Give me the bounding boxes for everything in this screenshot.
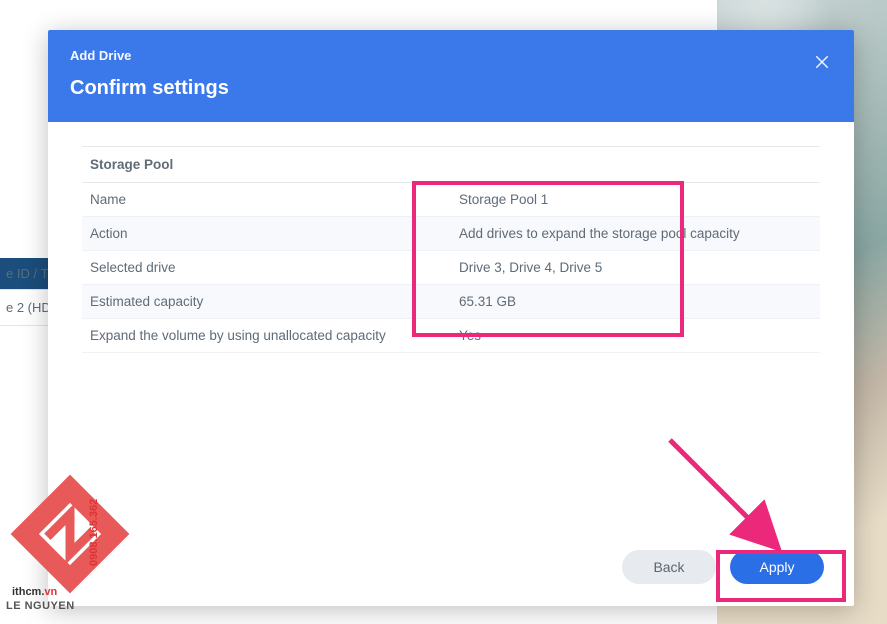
close-button[interactable]	[808, 48, 836, 76]
row-value: Add drives to expand the storage pool ca…	[451, 217, 820, 251]
row-key: Selected drive	[82, 251, 451, 285]
row-value: Yes	[451, 319, 820, 353]
dialog-window-title: Add Drive	[70, 48, 832, 63]
row-key: Expand the volume by using unallocated c…	[82, 319, 451, 353]
page-title: Confirm settings	[70, 77, 832, 100]
table-row: Expand the volume by using unallocated c…	[82, 319, 820, 353]
row-key: Action	[82, 217, 451, 251]
row-value: Storage Pool 1	[451, 183, 820, 217]
row-value: Drive 3, Drive 4, Drive 5	[451, 251, 820, 285]
section-header: Storage Pool	[82, 147, 820, 183]
annotation-arrow	[660, 430, 800, 570]
table-row: Name Storage Pool 1	[82, 183, 820, 217]
table-row: Estimated capacity 65.31 GB	[82, 285, 820, 319]
confirm-settings-table: Storage Pool Name Storage Pool 1 Action …	[82, 146, 820, 353]
row-key: Name	[82, 183, 451, 217]
table-row: Selected drive Drive 3, Drive 4, Drive 5	[82, 251, 820, 285]
dialog-header: Add Drive Confirm settings	[48, 30, 854, 122]
row-key: Estimated capacity	[82, 285, 451, 319]
row-value: 65.31 GB	[451, 285, 820, 319]
close-icon	[815, 55, 829, 69]
table-row: Action Add drives to expand the storage …	[82, 217, 820, 251]
